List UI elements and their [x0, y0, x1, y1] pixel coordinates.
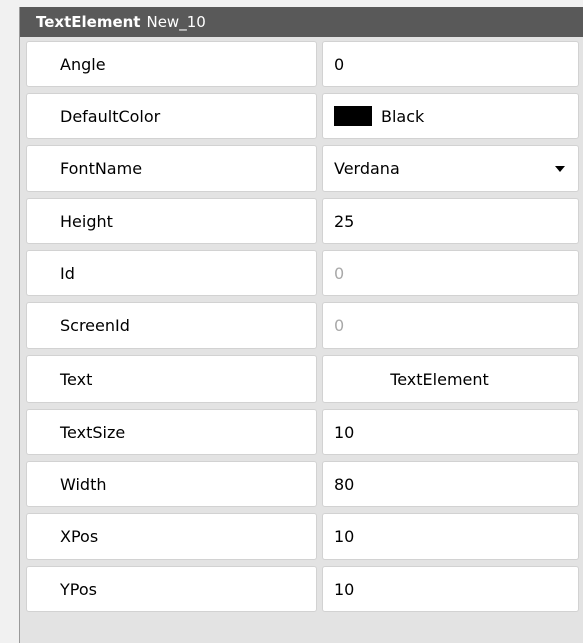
id-value: 0	[334, 263, 345, 283]
property-label: Text	[26, 355, 317, 403]
property-row-text-size: TextSize 10	[20, 405, 583, 457]
property-grid: Angle 0 DefaultColor Black FontName Verd…	[20, 37, 583, 643]
width-value: 80	[334, 474, 355, 494]
property-row-width: Width 80	[20, 457, 583, 509]
default-color-value: Black	[381, 106, 425, 126]
panel-header: TextElement New_10	[20, 7, 583, 37]
ypos-value: 10	[334, 579, 355, 599]
property-panel: TextElement New_10 Angle 0 DefaultColor …	[19, 7, 583, 643]
dropdown-arrow-icon	[555, 165, 565, 172]
xpos-value: 10	[334, 527, 355, 546]
text-value: TextElement	[390, 369, 489, 389]
ypos-input[interactable]: 10	[322, 566, 579, 612]
element-name-label: New_10	[146, 13, 206, 31]
element-type-label: TextElement	[36, 13, 141, 31]
property-label: XPos	[26, 513, 317, 560]
property-row-xpos: XPos 10	[20, 509, 583, 562]
text-input[interactable]: TextElement	[322, 355, 579, 403]
property-label: FontName	[26, 145, 317, 192]
text-size-input[interactable]: 10	[322, 409, 579, 455]
height-value: 25	[334, 211, 355, 231]
property-label: Id	[26, 250, 317, 296]
font-name-value: Verdana	[334, 159, 400, 178]
height-input[interactable]: 25	[322, 198, 579, 244]
width-input[interactable]: 80	[322, 461, 579, 507]
text-size-value: 10	[334, 422, 355, 442]
property-row-default-color: DefaultColor Black	[20, 89, 583, 141]
id-field: 0	[322, 250, 579, 296]
property-row-font-name: FontName Verdana	[20, 141, 583, 194]
property-label: DefaultColor	[26, 93, 317, 139]
property-row-height: Height 25	[20, 194, 583, 246]
property-label: ScreenId	[26, 302, 317, 349]
property-row-id: Id 0	[20, 246, 583, 298]
property-row-text: Text TextElement	[20, 351, 583, 405]
color-swatch	[334, 106, 372, 126]
screen-id-value: 0	[334, 316, 345, 335]
angle-value: 0	[334, 54, 345, 74]
property-label: TextSize	[26, 409, 317, 455]
property-label: YPos	[26, 566, 317, 612]
font-name-dropdown[interactable]: Verdana	[322, 145, 579, 192]
property-row-ypos: YPos 10	[20, 562, 583, 614]
xpos-input[interactable]: 10	[322, 513, 579, 560]
property-label: Angle	[26, 41, 317, 87]
property-label: Height	[26, 198, 317, 244]
property-row-screen-id: ScreenId 0	[20, 298, 583, 351]
property-label: Width	[26, 461, 317, 507]
default-color-picker[interactable]: Black	[322, 93, 579, 139]
angle-input[interactable]: 0	[322, 41, 579, 87]
screen-id-field: 0	[322, 302, 579, 349]
property-row-angle: Angle 0	[20, 37, 583, 89]
